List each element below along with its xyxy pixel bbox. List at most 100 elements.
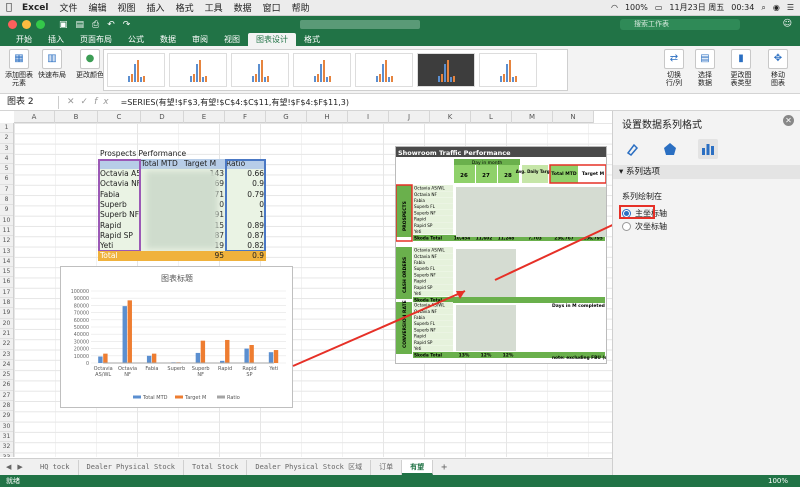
- menu-help[interactable]: 帮助: [292, 1, 310, 14]
- row-header[interactable]: 33: [0, 453, 13, 458]
- row-header[interactable]: 23: [0, 350, 13, 360]
- tab-review[interactable]: 审阅: [184, 33, 216, 46]
- sheet-tab-orders[interactable]: 订单: [371, 459, 403, 475]
- print-icon[interactable]: ⎙: [92, 20, 99, 30]
- chart-style-2[interactable]: [169, 53, 227, 87]
- row-header[interactable]: 18: [0, 298, 13, 309]
- user-icon[interactable]: ☺: [783, 19, 792, 29]
- chart-style-1[interactable]: [107, 53, 165, 87]
- row-header[interactable]: 19: [0, 308, 13, 319]
- notification-icon[interactable]: ☰: [787, 3, 794, 12]
- row-header[interactable]: 8: [0, 195, 13, 206]
- row-header[interactable]: 17: [0, 288, 13, 299]
- minimize-window-icon[interactable]: [22, 20, 31, 29]
- row-header[interactable]: 31: [0, 432, 13, 443]
- add-chart-element-button[interactable]: ▦ 添加图表 元素: [4, 49, 34, 87]
- move-chart-button[interactable]: ✥ 移动 图表: [764, 49, 792, 87]
- secondary-axis-dot[interactable]: [622, 222, 631, 231]
- next-sheet-icon[interactable]: ▶: [17, 463, 22, 471]
- table-title[interactable]: Prospects Performance: [100, 149, 186, 159]
- tab-home[interactable]: 开始: [8, 33, 40, 46]
- series-options-section[interactable]: ▾ 系列选项: [613, 165, 800, 179]
- secondary-axis-radio[interactable]: 次坐标轴: [622, 221, 667, 232]
- formula-input[interactable]: =SERIES(有望!$F$3,有望!$C$4:$C$11,有望!$F$4:$F…: [121, 97, 349, 108]
- menu-tools[interactable]: 工具: [205, 1, 223, 14]
- change-colors-button[interactable]: ● 更改颜色: [76, 49, 104, 79]
- wifi-icon[interactable]: ◠: [611, 3, 618, 12]
- effects-icon[interactable]: [660, 139, 680, 159]
- search-input[interactable]: 搜索工作表: [620, 19, 740, 30]
- chart-style-5[interactable]: [355, 53, 413, 87]
- report-image[interactable]: Showroom Traffic Performance Day in month…: [395, 146, 607, 364]
- select-data-button[interactable]: ▤ 选择 数据: [692, 49, 718, 87]
- name-box[interactable]: 图表 2: [3, 95, 59, 109]
- column-header[interactable]: B: [55, 111, 98, 123]
- column-header[interactable]: N: [553, 111, 594, 123]
- row-header[interactable]: 6: [0, 174, 13, 185]
- row-header[interactable]: 13: [0, 247, 13, 257]
- row-header[interactable]: 22: [0, 339, 13, 350]
- row-header[interactable]: 27: [0, 391, 13, 402]
- row-header[interactable]: 25: [0, 370, 13, 381]
- header-total-mtd[interactable]: Total MTD: [141, 159, 178, 169]
- row-header[interactable]: 26: [0, 380, 13, 391]
- sheet-tab-hq-stock[interactable]: HQ tock: [32, 459, 79, 475]
- row-header[interactable]: 11: [0, 226, 13, 237]
- column-header[interactable]: E: [184, 111, 225, 123]
- prev-sheet-icon[interactable]: ◀: [6, 463, 11, 471]
- add-sheet-icon[interactable]: +: [433, 460, 455, 475]
- header-target-m[interactable]: Target M: [184, 159, 216, 169]
- row-header[interactable]: 32: [0, 442, 13, 453]
- row-header[interactable]: 29: [0, 411, 13, 422]
- chart[interactable]: 图表标题 0 10000 20000 30000 40000 50000 60000 70000…: [60, 266, 293, 408]
- zoom-window-icon[interactable]: [36, 20, 45, 29]
- row-header[interactable]: 14: [0, 257, 13, 268]
- column-header[interactable]: M: [512, 111, 553, 123]
- column-header[interactable]: L: [471, 111, 512, 123]
- row-header[interactable]: 7: [0, 185, 13, 196]
- battery-icon[interactable]: ▭: [655, 3, 663, 12]
- column-header[interactable]: D: [141, 111, 184, 123]
- row-header[interactable]: 30: [0, 422, 13, 432]
- chart-style-3[interactable]: [231, 53, 289, 87]
- tab-insert[interactable]: 插入: [40, 33, 72, 46]
- undo-icon[interactable]: ↶: [107, 20, 115, 30]
- series-options-icon[interactable]: [698, 139, 718, 159]
- spotlight-icon[interactable]: ⌕: [761, 3, 765, 13]
- row-header[interactable]: 21: [0, 329, 13, 340]
- sheet-tab-total-stock[interactable]: Total Stock: [184, 459, 248, 475]
- menu-window[interactable]: 窗口: [263, 1, 281, 14]
- close-window-icon[interactable]: [8, 20, 17, 29]
- chart-style-7[interactable]: [479, 53, 537, 87]
- row-header[interactable]: 10: [0, 216, 13, 226]
- sheet-tab-dealer-region[interactable]: Dealer Physical Stock 区域: [247, 459, 372, 475]
- column-header[interactable]: C: [98, 111, 141, 123]
- switch-row-column-button[interactable]: ⇄ 切换 行/列: [660, 49, 688, 87]
- column-header[interactable]: G: [266, 111, 307, 123]
- row-header[interactable]: 20: [0, 319, 13, 329]
- row-header[interactable]: 5: [0, 164, 13, 175]
- column-header[interactable]: I: [348, 111, 389, 123]
- tab-data[interactable]: 数据: [152, 33, 184, 46]
- tab-chart-design[interactable]: 图表设计: [248, 33, 296, 46]
- column-header[interactable]: F: [225, 111, 266, 123]
- row-header[interactable]: 9: [0, 205, 13, 216]
- row-header[interactable]: 4: [0, 154, 13, 165]
- row-header[interactable]: 15: [0, 267, 13, 278]
- redo-icon[interactable]: ↷: [123, 20, 131, 30]
- total-label[interactable]: Total: [100, 251, 118, 261]
- column-header[interactable]: J: [389, 111, 430, 123]
- siri-icon[interactable]: ◉: [773, 3, 780, 12]
- chart-style-6[interactable]: [417, 53, 475, 87]
- cancel-icon[interactable]: ✕: [67, 97, 81, 107]
- row-header[interactable]: 3: [0, 144, 13, 154]
- menu-view[interactable]: 视图: [118, 1, 136, 14]
- total-target[interactable]: 95: [184, 251, 224, 261]
- menu-format[interactable]: 格式: [176, 1, 194, 14]
- column-header[interactable]: K: [430, 111, 471, 123]
- row-header[interactable]: 16: [0, 277, 13, 288]
- sidebar-icon[interactable]: ▣: [59, 20, 68, 30]
- menu-insert[interactable]: 插入: [147, 1, 165, 14]
- menu-app[interactable]: Excel: [22, 3, 48, 13]
- menu-data[interactable]: 数据: [234, 1, 252, 14]
